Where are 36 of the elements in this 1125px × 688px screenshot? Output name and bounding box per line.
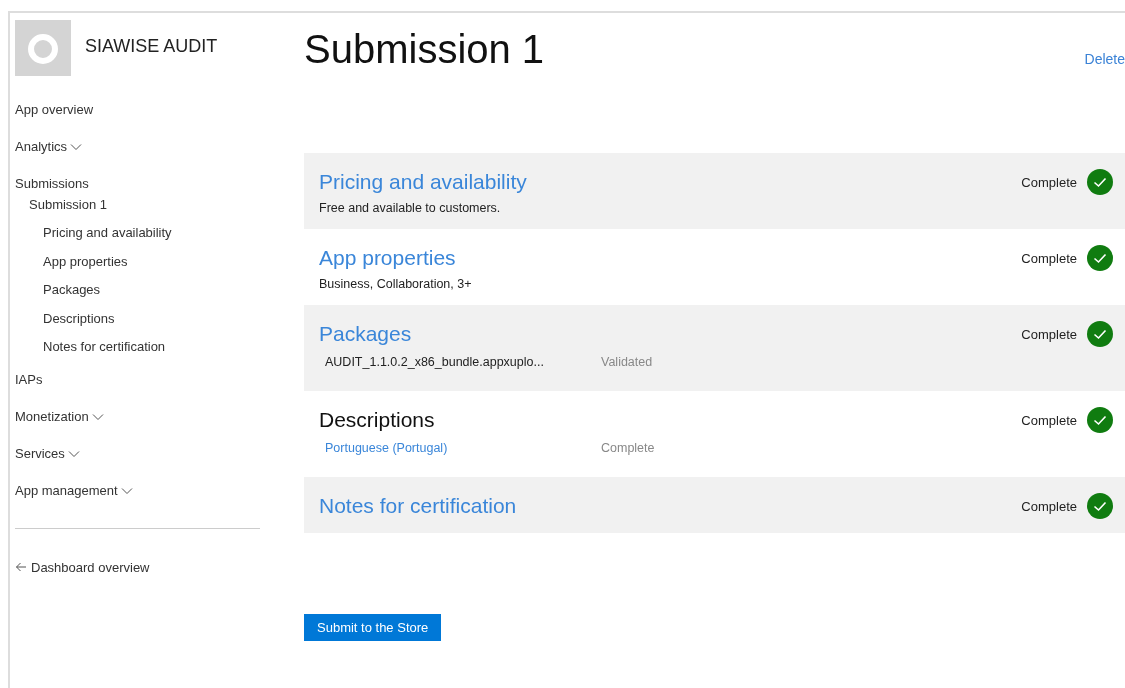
delete-link[interactable]: Delete bbox=[1084, 51, 1125, 67]
nav-item[interactable]: Submissions bbox=[15, 176, 89, 192]
chevron-down-icon bbox=[67, 449, 80, 458]
nav-item[interactable]: Notes for certification bbox=[43, 339, 166, 355]
section-title: Descriptions bbox=[319, 408, 435, 432]
file-name: AUDIT_1.1.0.2_x86_bundle.appxuplo... bbox=[325, 355, 545, 369]
section-summary: Business, Collaboration, 3+ bbox=[319, 277, 473, 291]
arrow-left-icon bbox=[15, 562, 27, 572]
section-summary: Free and available to customers. bbox=[319, 201, 502, 215]
item-link[interactable]: Portuguese (Portugal) bbox=[325, 441, 601, 455]
item-status: Complete bbox=[601, 441, 655, 455]
chevron-down-icon bbox=[70, 143, 83, 151]
item-status: Validated bbox=[601, 355, 653, 369]
nav-item[interactable]: Analytics bbox=[15, 139, 83, 155]
submit-button[interactable]: Submit to the Store bbox=[304, 614, 442, 641]
nav-item[interactable]: Services bbox=[15, 445, 80, 462]
chevron-down-icon bbox=[120, 486, 133, 495]
nav-item[interactable]: Packages bbox=[43, 282, 101, 298]
nav-item[interactable]: Pricing and availability bbox=[43, 225, 172, 241]
chevron-down-icon bbox=[91, 412, 104, 421]
status-text: Complete bbox=[1021, 498, 1077, 514]
page-title: Submission 1 bbox=[304, 27, 545, 72]
status-text: Complete bbox=[1021, 326, 1077, 342]
nav-item[interactable]: Monetization bbox=[15, 408, 104, 425]
nav-item[interactable]: Submission 1 bbox=[29, 197, 108, 213]
nav-item[interactable]: Descriptions bbox=[43, 310, 115, 327]
section-link[interactable]: App properties bbox=[319, 246, 456, 270]
nav-item[interactable]: IAPs bbox=[15, 371, 43, 388]
status-text: Complete bbox=[1021, 412, 1077, 428]
back-link[interactable]: Dashboard overview bbox=[15, 559, 260, 575]
app-name: SIAWISE AUDIT bbox=[85, 35, 218, 58]
nav-item[interactable]: App management bbox=[15, 482, 133, 499]
nav-item[interactable]: App overview bbox=[15, 102, 94, 118]
status-text: Complete bbox=[1021, 174, 1077, 190]
status-text: Complete bbox=[1021, 250, 1077, 266]
nav-item[interactable]: App properties bbox=[43, 253, 128, 270]
